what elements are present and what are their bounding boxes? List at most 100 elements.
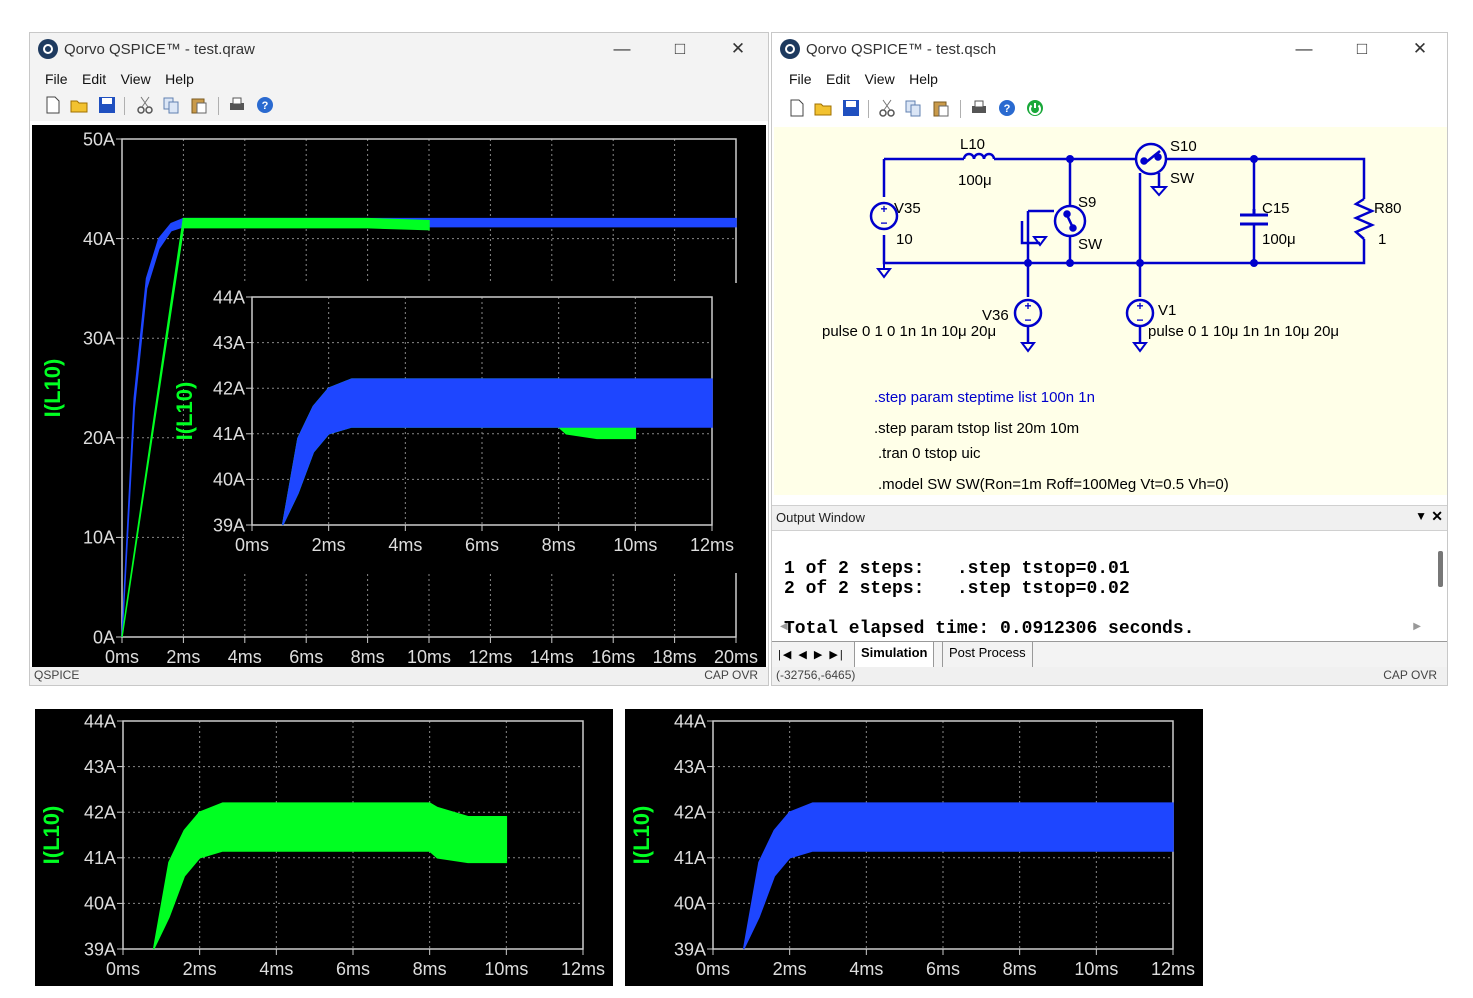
- horizontal-scrollbar[interactable]: ◀ ▶: [780, 621, 1421, 635]
- value-V35: 10: [896, 231, 913, 248]
- x-tick-label: 2ms: [773, 959, 807, 979]
- close-button[interactable]: ✕: [1406, 37, 1434, 61]
- new-file-icon[interactable]: [44, 96, 62, 114]
- voltage-source-V36[interactable]: + −: [1013, 298, 1043, 343]
- menu-edit[interactable]: Edit: [821, 67, 855, 87]
- schematic-wires: [882, 157, 1366, 297]
- y-tick-label: 39A: [674, 939, 706, 959]
- print-icon[interactable]: [228, 96, 246, 114]
- menu-file[interactable]: File: [40, 67, 73, 87]
- copy-icon[interactable]: [162, 96, 180, 114]
- scroll-right-icon[interactable]: ▶: [1413, 621, 1421, 632]
- cut-icon[interactable]: [136, 96, 154, 114]
- directive-tran[interactable]: .tran 0 tstop uic: [878, 445, 981, 462]
- y-tick-label: 20A: [83, 428, 115, 448]
- svg-text:+: +: [1136, 299, 1143, 313]
- paste-icon[interactable]: [932, 99, 950, 117]
- label-S10: S10: [1170, 138, 1197, 155]
- print-icon[interactable]: [970, 99, 988, 117]
- vertical-scrollbar[interactable]: [1438, 551, 1443, 587]
- green-waveform-chart[interactable]: 0ms 2ms 4ms 6ms 8ms 10ms 12ms 39A 40A 41A 42A 43A 44…: [35, 709, 613, 986]
- x-tick-label: 8ms: [1003, 959, 1037, 979]
- y-tick-label: 42A: [213, 379, 245, 399]
- switch-S10[interactable]: [1134, 142, 1168, 176]
- model-S9: SW: [1078, 236, 1103, 253]
- qspice-logo-icon: [780, 39, 800, 59]
- paste-icon[interactable]: [190, 96, 208, 114]
- directive-step-steptime[interactable]: .step param steptime list 100n 1n: [874, 389, 1095, 406]
- x-tick-label: 4ms: [849, 959, 883, 979]
- copy-icon[interactable]: [904, 99, 922, 117]
- open-folder-icon[interactable]: [814, 99, 832, 117]
- inductor-L10[interactable]: [962, 152, 998, 161]
- qspice-logo-icon: [38, 39, 58, 59]
- maximize-button[interactable]: □: [1348, 37, 1376, 61]
- series-band-0[interactable]: [742, 802, 1174, 950]
- resistor-R80[interactable]: [1352, 197, 1376, 240]
- save-icon[interactable]: [98, 96, 116, 114]
- menu-view[interactable]: View: [116, 67, 156, 87]
- toolbar: ?: [30, 91, 768, 121]
- minimize-button[interactable]: —: [608, 37, 636, 61]
- waveform-window: Qorvo QSPICE™ - test.qraw — □ ✕ File Edi…: [30, 33, 768, 685]
- svg-text:+: +: [1024, 299, 1031, 313]
- y-tick-label: 40A: [84, 894, 116, 914]
- series-band-0[interactable]: [152, 802, 508, 950]
- x-tick-label: 12ms: [690, 535, 734, 555]
- value-V1: pulse 0 1 10μ 1n 1n 10μ 20μ: [1148, 323, 1339, 340]
- waveform-plot[interactable]: 0ms 2ms 4ms 6ms 8ms 10ms 12ms 14ms 16ms 18ms 20ms 0…: [32, 125, 766, 673]
- scroll-left-icon[interactable]: ◀: [780, 621, 788, 632]
- zoom-plot-blue[interactable]: 0ms 2ms 4ms 6ms 8ms 10ms 12ms 39A 40A 41A 42A 43A 44…: [625, 709, 1203, 986]
- window-title: Qorvo QSPICE™ - test.qraw: [64, 41, 255, 58]
- new-file-icon[interactable]: [788, 99, 806, 117]
- directive-model[interactable]: .model SW SW(Ron=1m Roff=100Meg Vt=0.5 V…: [878, 476, 1229, 493]
- menu-help[interactable]: Help: [160, 67, 199, 87]
- minimize-button[interactable]: —: [1290, 37, 1318, 61]
- menu-help[interactable]: Help: [904, 67, 943, 87]
- x-tick-label: 4ms: [388, 535, 422, 555]
- menu-file[interactable]: File: [784, 67, 817, 87]
- dropdown-arrow-icon[interactable]: ▼: [1415, 509, 1427, 523]
- close-icon[interactable]: ✕: [1431, 508, 1443, 525]
- menu-view[interactable]: View: [860, 67, 900, 87]
- value-L10: 100μ: [958, 172, 992, 189]
- x-tick-label: 6ms: [926, 959, 960, 979]
- inset-chart[interactable]: 0ms 2ms 4ms 6ms 8ms 10ms 12ms 39A 40A 41A 42A 43A 44…: [172, 283, 742, 573]
- save-icon[interactable]: [842, 99, 860, 117]
- help-icon[interactable]: ?: [998, 99, 1016, 117]
- help-icon[interactable]: ?: [256, 96, 274, 114]
- schematic-drawing[interactable]: + − + − + − L10 100μ S10 SW S9 SW V35 10…: [774, 127, 1447, 495]
- x-tick-label: 0ms: [106, 959, 140, 979]
- tab-nav-icons[interactable]: |◀ ◀ ▶ ▶|: [778, 648, 845, 661]
- label-V35: V35: [894, 200, 921, 217]
- schematic-canvas[interactable]: + − + − + − L10 100μ S10 SW S9 SW V35 10…: [774, 127, 1447, 495]
- blue-waveform-chart[interactable]: 0ms 2ms 4ms 6ms 8ms 10ms 12ms 39A 40A 41A 42A 43A 44…: [625, 709, 1203, 986]
- menu-edit[interactable]: Edit: [77, 67, 111, 87]
- log-line: 2 of 2 steps: .step tstop=0.02: [784, 579, 1130, 599]
- maximize-button[interactable]: □: [666, 37, 694, 61]
- zoom-plot-green[interactable]: 0ms 2ms 4ms 6ms 8ms 10ms 12ms 39A 40A 41A 42A 43A 44…: [35, 709, 613, 986]
- x-tick-label: 6ms: [289, 647, 323, 667]
- x-tick-label: 6ms: [465, 535, 499, 555]
- status-indicators: CAP OVR: [1383, 668, 1437, 682]
- close-button[interactable]: ✕: [724, 37, 752, 61]
- run-simulation-icon[interactable]: [1026, 99, 1044, 117]
- main-waveform-chart[interactable]: 0ms 2ms 4ms 6ms 8ms 10ms 12ms 14ms 16ms 18ms 20ms 0…: [32, 125, 766, 673]
- x-tick-label: 10ms: [613, 535, 657, 555]
- open-folder-icon[interactable]: [70, 96, 88, 114]
- x-tick-label: 12ms: [1151, 959, 1195, 979]
- directive-step-tstop[interactable]: .step param tstop list 20m 10m: [874, 420, 1079, 437]
- x-tick-label: 0ms: [235, 535, 269, 555]
- tab-simulation[interactable]: Simulation: [854, 642, 935, 668]
- model-S10: SW: [1170, 170, 1195, 187]
- cut-icon[interactable]: [878, 99, 896, 117]
- x-tick-label: 6ms: [336, 959, 370, 979]
- value-C15: 100μ: [1262, 231, 1296, 248]
- svg-text:?: ?: [1004, 103, 1011, 115]
- status-text: QSPICE: [34, 668, 80, 682]
- y-tick-label: 10A: [83, 528, 115, 548]
- menu-bar: File Edit View Help: [772, 67, 1447, 91]
- x-tick-label: 2ms: [166, 647, 200, 667]
- tab-post-process[interactable]: Post Process: [942, 642, 1033, 667]
- y-tick-label: 41A: [674, 848, 706, 868]
